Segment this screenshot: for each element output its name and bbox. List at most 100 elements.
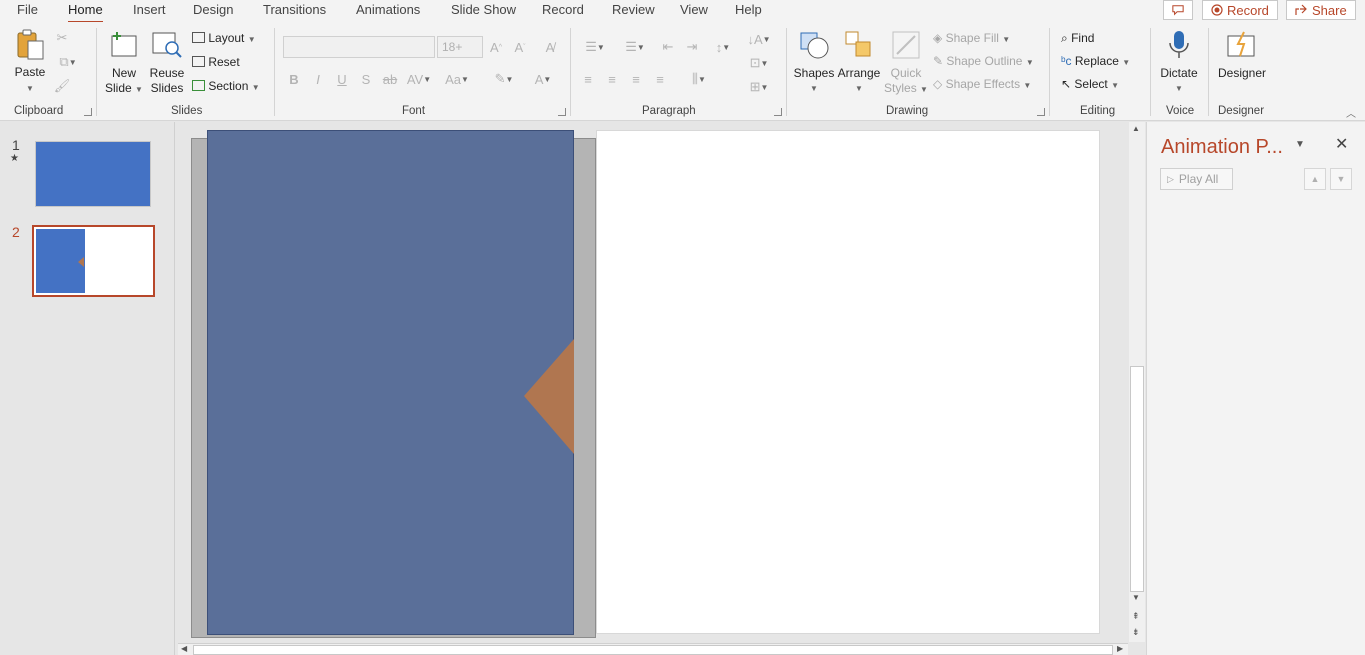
blue-panel-shape[interactable] (207, 130, 574, 635)
paste-dropdown-icon[interactable]: ▼ (14, 80, 46, 96)
strikethrough-icon[interactable]: ab (382, 70, 398, 88)
dictate-button[interactable]: Dictate (1156, 66, 1202, 81)
new-slide-icon[interactable] (108, 28, 140, 60)
scroll-up-icon[interactable]: ▲ (1132, 124, 1140, 133)
font-name-combo[interactable] (283, 36, 435, 58)
layout-button[interactable]: Layout ▼ (192, 31, 256, 45)
share-button[interactable]: Share (1286, 0, 1356, 20)
shape-outline-button[interactable]: ✎ Shape Outline ▼ (933, 54, 1034, 68)
slide-thumbnail-2[interactable] (32, 225, 155, 297)
record-button[interactable]: Record (1202, 0, 1278, 20)
move-down-button[interactable]: ▼ (1330, 168, 1352, 190)
designer-icon[interactable] (1225, 28, 1259, 62)
close-icon[interactable]: ✕ (1335, 134, 1348, 154)
text-direction-icon[interactable]: ↓A ▼ (744, 30, 774, 48)
columns-icon[interactable]: ⫼ ▼ (684, 70, 714, 88)
scroll-thumb[interactable] (1130, 366, 1144, 592)
font-launcher-icon[interactable] (558, 108, 566, 116)
numbering-icon[interactable]: ☰ ▼ (619, 38, 651, 56)
copy-icon[interactable]: ⧉ ▼ (54, 54, 82, 70)
align-left-icon[interactable]: ≡ (579, 70, 597, 88)
character-spacing-icon[interactable]: AV ▼ (404, 70, 434, 88)
clipboard-launcher-icon[interactable] (84, 108, 92, 116)
drawing-launcher-icon[interactable] (1037, 108, 1045, 116)
reuse-slides-icon[interactable] (151, 28, 183, 60)
tab-slide-show[interactable]: Slide Show (451, 2, 516, 17)
line-spacing-icon[interactable]: ↕ ▼ (707, 38, 739, 56)
new-slide-button[interactable]: New (104, 66, 144, 81)
shapes-button[interactable]: Shapes (792, 66, 836, 81)
find-button[interactable]: ⌕ Find (1061, 31, 1094, 46)
font-color-icon[interactable]: A ▼ (528, 70, 558, 88)
section-button[interactable]: Section ▼ (192, 79, 260, 93)
change-case-icon[interactable]: Aa ▼ (442, 70, 472, 88)
tab-file[interactable]: File (17, 2, 38, 17)
quick-styles-icon[interactable] (890, 28, 922, 62)
hscroll-thumb[interactable] (193, 645, 1113, 655)
arrange-button[interactable]: Arrange (836, 66, 882, 81)
shape-effects-button[interactable]: ◇ Shape Effects ▼ (933, 77, 1031, 91)
tab-insert[interactable]: Insert (133, 2, 166, 17)
align-center-icon[interactable]: ≡ (603, 70, 621, 88)
arrange-dropdown-icon[interactable]: ▼ (836, 80, 882, 96)
orange-triangle-shape[interactable] (523, 338, 575, 456)
vertical-scrollbar[interactable]: ▲ ▼ ⇞ ⇟ (1129, 122, 1145, 642)
paste-icon[interactable] (14, 28, 48, 62)
reuse-slides-button[interactable]: Reuse (147, 66, 187, 81)
smartart-icon[interactable]: ⊞ ▼ (744, 78, 774, 96)
paragraph-launcher-icon[interactable] (774, 108, 782, 116)
format-painter-icon[interactable]: 🖌 (54, 78, 71, 94)
select-button[interactable]: ↖ Select ▼ (1061, 77, 1119, 91)
tab-view[interactable]: View (680, 2, 708, 17)
microphone-icon[interactable] (1164, 28, 1194, 62)
scroll-down-icon[interactable]: ▼ (1132, 593, 1140, 602)
tab-design[interactable]: Design (193, 2, 233, 17)
grow-font-icon[interactable]: A ^ (487, 38, 505, 56)
comments-button[interactable] (1163, 0, 1193, 20)
justify-icon[interactable]: ≡ (651, 70, 669, 88)
pane-options-icon[interactable]: ▼ (1295, 139, 1305, 150)
collapse-ribbon-icon[interactable]: ︿ (1344, 106, 1358, 120)
highlight-color-icon[interactable]: ✎ ▼ (489, 70, 519, 88)
shapes-icon[interactable] (798, 28, 832, 62)
new-slide-label-2[interactable]: Slide ▼ (104, 81, 144, 97)
tab-home[interactable]: Home (68, 2, 103, 24)
shapes-dropdown-icon[interactable]: ▼ (792, 80, 836, 96)
clear-formatting-icon[interactable]: A̸ (541, 38, 559, 56)
tab-transitions[interactable]: Transitions (263, 2, 326, 17)
quick-styles-button[interactable]: Quick (884, 66, 928, 81)
arrange-icon[interactable] (843, 28, 875, 62)
next-slide-icon[interactable]: ⇟ (1132, 627, 1140, 638)
reuse-slides-label-2[interactable]: Slides (147, 81, 187, 96)
dictate-dropdown-icon[interactable]: ▼ (1156, 80, 1202, 96)
align-right-icon[interactable]: ≡ (627, 70, 645, 88)
play-all-button[interactable]: ▷ Play All (1160, 168, 1233, 190)
increase-indent-icon[interactable]: ⇥ (683, 38, 701, 56)
font-size-combo[interactable]: 18+ (437, 36, 483, 58)
replace-button[interactable]: ᵇc Replace ▼ (1061, 54, 1130, 68)
tab-animations[interactable]: Animations (356, 2, 420, 17)
paste-button[interactable]: Paste (14, 65, 46, 80)
reset-button[interactable]: Reset (192, 55, 240, 69)
bold-icon[interactable]: B (286, 70, 302, 88)
tab-record[interactable]: Record (542, 2, 584, 17)
tab-help[interactable]: Help (735, 2, 762, 17)
cut-icon[interactable]: ✂ (54, 30, 70, 46)
designer-button[interactable]: Designer (1214, 66, 1270, 81)
scroll-right-icon[interactable]: ▶ (1117, 644, 1123, 653)
shrink-font-icon[interactable]: Aˇ (511, 38, 529, 56)
underline-icon[interactable]: U (334, 70, 350, 88)
shape-fill-button[interactable]: ◈ Shape Fill ▼ (933, 31, 1010, 45)
slide-thumbnail-1[interactable] (35, 141, 151, 207)
move-up-button[interactable]: ▲ (1304, 168, 1326, 190)
previous-slide-icon[interactable]: ⇞ (1132, 611, 1140, 622)
slide-canvas[interactable] (596, 130, 1100, 634)
scroll-left-icon[interactable]: ◀ (181, 644, 187, 653)
italic-icon[interactable]: I (310, 70, 326, 88)
shadow-icon[interactable]: S (358, 70, 374, 88)
decrease-indent-icon[interactable]: ⇤ (659, 38, 677, 56)
align-text-icon[interactable]: ⊡ ▼ (744, 54, 774, 72)
tab-review[interactable]: Review (612, 2, 655, 17)
bullets-icon[interactable]: ☰ ▼ (579, 38, 611, 56)
quick-styles-label-2[interactable]: Styles ▼ (880, 81, 932, 97)
